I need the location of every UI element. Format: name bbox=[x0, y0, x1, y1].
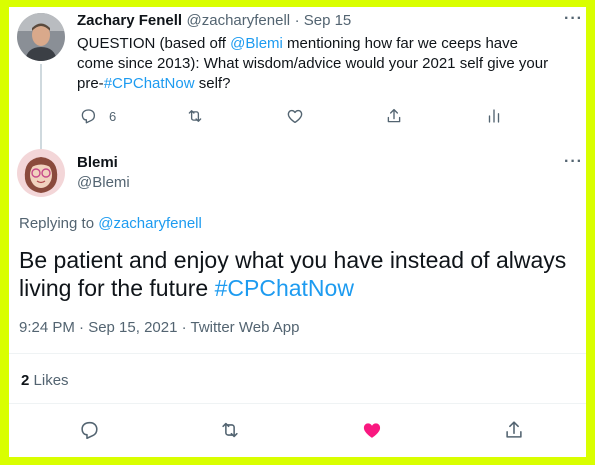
main-tweet-author-handle[interactable]: @Blemi bbox=[77, 174, 130, 191]
divider bbox=[9, 353, 586, 354]
likes-count: 2 bbox=[21, 372, 30, 389]
retweet-button[interactable] bbox=[186, 107, 204, 125]
like-button[interactable] bbox=[286, 107, 304, 125]
main-reply-button[interactable] bbox=[78, 419, 100, 441]
main-tweet-author-name-text: Blemi bbox=[77, 154, 118, 171]
divider bbox=[9, 403, 586, 404]
reply-button[interactable]: 6 bbox=[79, 107, 116, 125]
first-tweet-text-part: self? bbox=[194, 75, 231, 92]
reply-icon bbox=[81, 109, 96, 124]
replying-to-link[interactable]: @zacharyfenell bbox=[98, 215, 202, 232]
main-tweet-author-name[interactable]: Blemi bbox=[77, 154, 118, 172]
blemi-avatar[interactable] bbox=[17, 149, 65, 197]
zachary-avatar[interactable] bbox=[17, 13, 65, 61]
first-tweet-header: Zachary Fenell @zacharyfenell · Sep 15 bbox=[77, 12, 351, 30]
replying-to-label: Replying to bbox=[19, 215, 99, 232]
first-tweet-text-part: QUESTION (based off bbox=[77, 35, 231, 52]
main-retweet-button[interactable] bbox=[219, 419, 241, 441]
analytics-button[interactable] bbox=[485, 107, 503, 125]
main-share-button[interactable] bbox=[503, 419, 525, 441]
thread-connector-line bbox=[40, 64, 42, 152]
heart-icon bbox=[287, 109, 303, 124]
share-icon bbox=[506, 421, 522, 438]
heart-icon-filled bbox=[363, 423, 381, 438]
first-tweet-author-name[interactable]: Zachary Fenell bbox=[77, 12, 182, 29]
hashtag-link[interactable]: #CPChatNow bbox=[104, 75, 195, 92]
first-tweet-author-handle[interactable]: @zacharyfenell bbox=[187, 12, 291, 29]
share-icon bbox=[387, 108, 401, 123]
first-tweet-date[interactable]: · Sep 15 bbox=[295, 12, 352, 29]
main-tweet-text: Be patient and enjoy what you have inste… bbox=[19, 246, 575, 302]
likes-link[interactable]: 2 Likes bbox=[21, 372, 69, 389]
likes-label: Likes bbox=[33, 372, 69, 389]
retweet-icon bbox=[222, 422, 238, 438]
tweet-thread-card: Zachary Fenell @zacharyfenell · Sep 15 ·… bbox=[9, 7, 586, 457]
mention-link[interactable]: @Blemi bbox=[230, 35, 283, 52]
main-tweet-hashtag-link[interactable]: #CPChatNow bbox=[215, 275, 354, 301]
main-like-button[interactable] bbox=[361, 419, 383, 441]
main-tweet-more-icon[interactable]: ··· bbox=[564, 153, 583, 171]
tweet-timestamp[interactable]: 9:24 PM · Sep 15, 2021 · Twitter Web App bbox=[19, 319, 299, 336]
first-tweet-text: QUESTION (based off @Blemi mentioning ho… bbox=[77, 34, 557, 94]
reply-icon bbox=[81, 421, 98, 440]
retweet-icon bbox=[188, 110, 202, 122]
analytics-icon bbox=[488, 109, 500, 123]
reply-count: 6 bbox=[109, 108, 117, 124]
share-button[interactable] bbox=[385, 107, 403, 125]
replying-to: Replying to @zacharyfenell bbox=[19, 215, 202, 232]
first-tweet-more-icon[interactable]: ··· bbox=[564, 10, 583, 28]
